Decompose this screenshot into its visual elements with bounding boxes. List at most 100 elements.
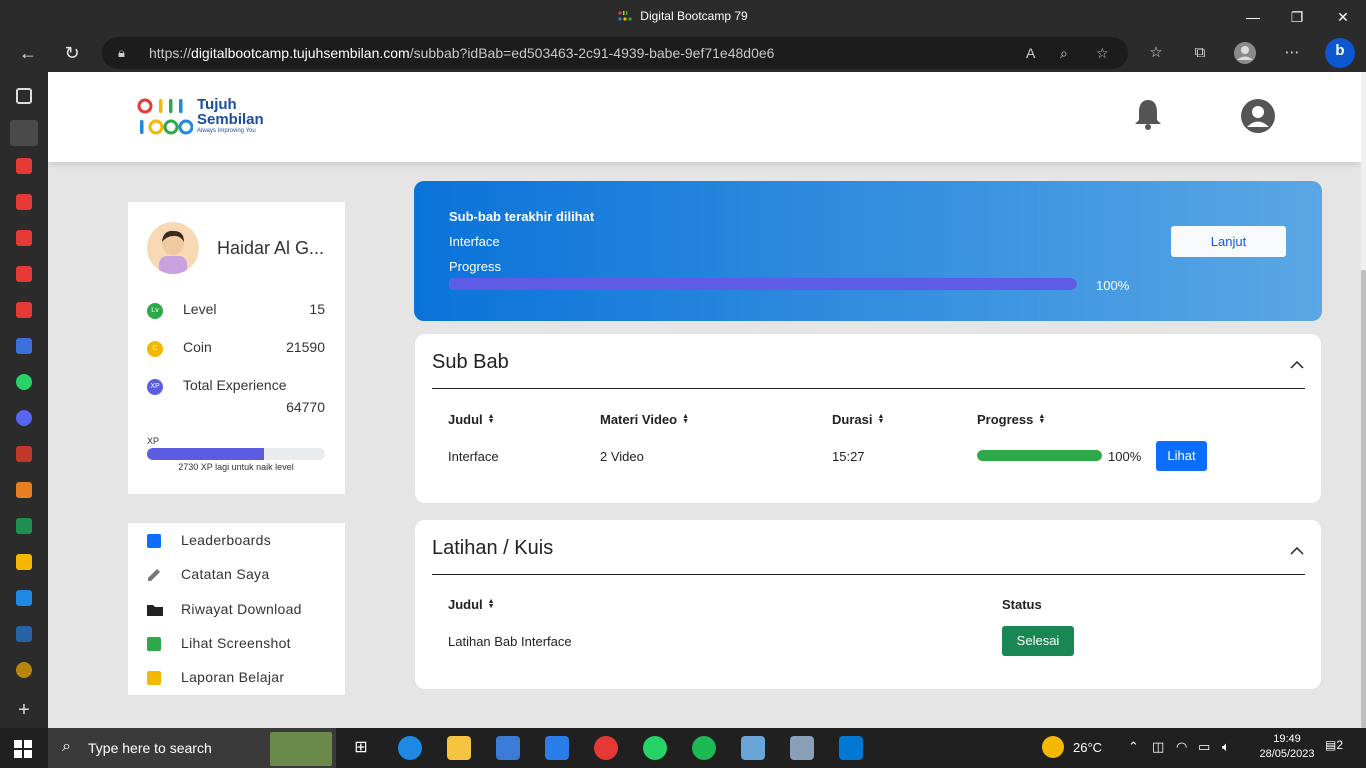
site-logo[interactable]: Tujuh Sembilan Always Improving You: [137, 96, 277, 140]
lihat-button[interactable]: Lihat: [1156, 441, 1207, 471]
collections-icon[interactable]: ⧉: [1187, 40, 1213, 66]
menu-item-riwayat-download[interactable]: Riwayat Download: [147, 601, 337, 623]
menu-item-laporan-belajar[interactable]: Laporan Belajar: [147, 669, 337, 691]
pdf-tab-icon[interactable]: [16, 446, 32, 462]
xp-badge-icon: XP: [147, 379, 163, 395]
discord-tab-icon[interactable]: [16, 410, 32, 426]
drive-tab-icon[interactable]: [16, 590, 32, 606]
scrollbar-thumb[interactable]: [1361, 270, 1366, 728]
column-header-progress[interactable]: Progress ▲ ▼: [977, 412, 1045, 427]
battery-icon[interactable]: ▭: [1198, 739, 1210, 755]
minimize-button[interactable]: —: [1230, 0, 1276, 34]
last-viewed-banner: Sub-bab terakhir dilihat Interface Progr…: [414, 181, 1322, 321]
xp-label: XP: [147, 436, 160, 446]
tray-icon[interactable]: ◫: [1152, 739, 1164, 755]
notification-bell-icon[interactable]: [1133, 98, 1163, 130]
youtube-tab-icon[interactable]: [16, 302, 32, 318]
cell-durasi: 15:27: [832, 449, 865, 464]
file-explorer-icon[interactable]: [447, 736, 471, 760]
read-aloud-icon[interactable]: A: [1026, 37, 1035, 69]
youtube-tab-icon[interactable]: [16, 158, 32, 174]
web-page: Tujuh Sembilan Always Improving You Haid…: [48, 72, 1361, 728]
app-icon[interactable]: [790, 736, 814, 760]
chrome-icon[interactable]: [594, 736, 618, 760]
tab-actions-icon[interactable]: [16, 88, 32, 104]
xp-progress-bar: [147, 448, 325, 460]
more-menu-icon[interactable]: ⋯: [1279, 40, 1305, 66]
sort-icon: ▲ ▼: [1038, 413, 1046, 425]
address-bar[interactable]: 🔒︎ https://digitalbootcamp.tujuhsembilan…: [102, 37, 1128, 69]
chevron-up-icon[interactable]: [1289, 357, 1305, 369]
favorites-icon[interactable]: ☆: [1143, 40, 1169, 66]
vscode-icon[interactable]: [839, 736, 863, 760]
menu-item-leaderboards[interactable]: Leaderboards: [147, 532, 337, 554]
page-scrollbar[interactable]: [1361, 72, 1366, 728]
volume-icon[interactable]: 🔈︎: [1222, 739, 1230, 755]
new-tab-plus-icon[interactable]: +: [16, 700, 32, 720]
bing-icon[interactable]: b: [1325, 38, 1355, 68]
weather-icon[interactable]: [1042, 736, 1064, 758]
banner-heading: Sub-bab terakhir dilihat: [449, 209, 595, 224]
add-favorite-icon[interactable]: ☆: [1096, 37, 1109, 69]
chevron-up-icon[interactable]: [1289, 543, 1305, 555]
microsoft-store-icon[interactable]: [496, 736, 520, 760]
menu-item-lihat-screenshot[interactable]: Lihat Screenshot: [147, 635, 337, 657]
user-account-icon[interactable]: [1241, 99, 1275, 133]
whatsapp-tab-icon[interactable]: [16, 374, 32, 390]
app-icon[interactable]: [741, 736, 765, 760]
column-header-materi-video[interactable]: Materi Video ▲ ▼: [600, 412, 689, 427]
taskbar-clock[interactable]: 19:49 28/05/2023: [1257, 732, 1317, 762]
logo-word2: Sembilan: [197, 111, 264, 128]
bar-chart-icon: [147, 534, 161, 548]
back-arrow-icon[interactable]: ←: [14, 40, 42, 66]
stat-label: Total Experience: [183, 377, 287, 393]
task-view-icon[interactable]: ⊞: [349, 736, 373, 760]
active-tab-favicon-icon[interactable]: [10, 120, 38, 146]
lanjut-button[interactable]: Lanjut: [1171, 226, 1286, 257]
close-window-button[interactable]: ✕: [1320, 0, 1366, 34]
search-highlight-image: [270, 732, 332, 766]
zoom-icon[interactable]: ⌕: [1060, 37, 1068, 69]
column-header-durasi[interactable]: Durasi ▲ ▼: [832, 412, 884, 427]
menu-item-catatan-saya[interactable]: Catatan Saya: [147, 566, 337, 588]
spotify-icon[interactable]: [692, 736, 716, 760]
search-tab-icon[interactable]: [16, 626, 32, 642]
notification-center-icon[interactable]: ▤2: [1325, 738, 1343, 752]
tray-chevron-up-icon[interactable]: ⌃: [1128, 739, 1139, 755]
banner-subbab-name: Interface: [449, 234, 500, 249]
youtube-tab-icon[interactable]: [16, 266, 32, 282]
column-header-label: Materi Video: [600, 412, 678, 427]
site-tab-icon[interactable]: [16, 662, 32, 678]
xp-note: 2730 XP lagi untuk naik level: [178, 462, 294, 472]
maximize-button[interactable]: ❐: [1274, 0, 1320, 34]
taskbar-search[interactable]: ⌕ Type here to search: [48, 728, 336, 768]
youtube-tab-icon[interactable]: [16, 230, 32, 246]
stat-coin: C Coin 21590: [147, 339, 325, 359]
stat-label: Coin: [183, 339, 212, 355]
drive-tab-icon[interactable]: [16, 554, 32, 570]
weather-temperature[interactable]: 26°C: [1073, 740, 1102, 755]
edge-app-icon[interactable]: [398, 736, 422, 760]
stat-label: Level: [183, 301, 217, 317]
sort-icon: ▲ ▼: [487, 413, 495, 425]
wifi-icon[interactable]: ◠: [1176, 739, 1187, 755]
whatsapp-icon[interactable]: [643, 736, 667, 760]
lock-icon: 🔒︎: [118, 45, 125, 60]
site-tab-icon[interactable]: [16, 518, 32, 534]
column-header-judul[interactable]: Judul ▲ ▼: [448, 412, 495, 427]
column-header-label: Judul: [448, 597, 483, 612]
site-tab-icon[interactable]: [16, 482, 32, 498]
section-title[interactable]: Latihan / Kuis: [432, 537, 553, 560]
banner-progress-percent: 100%: [1096, 278, 1130, 293]
profile-icon[interactable]: [1232, 40, 1258, 66]
xp-progress-fill: [147, 448, 265, 460]
refresh-icon[interactable]: ↻: [58, 40, 86, 66]
selesai-status-button[interactable]: Selesai: [1002, 626, 1074, 656]
mail-icon[interactable]: [545, 736, 569, 760]
youtube-tab-icon[interactable]: [16, 194, 32, 210]
calendar-tab-icon[interactable]: [16, 338, 32, 354]
column-header-judul[interactable]: Judul ▲ ▼: [448, 597, 495, 612]
row-progress-percent: 100%: [1108, 449, 1142, 464]
section-title[interactable]: Sub Bab: [432, 351, 509, 374]
windows-start-icon[interactable]: [14, 740, 32, 758]
